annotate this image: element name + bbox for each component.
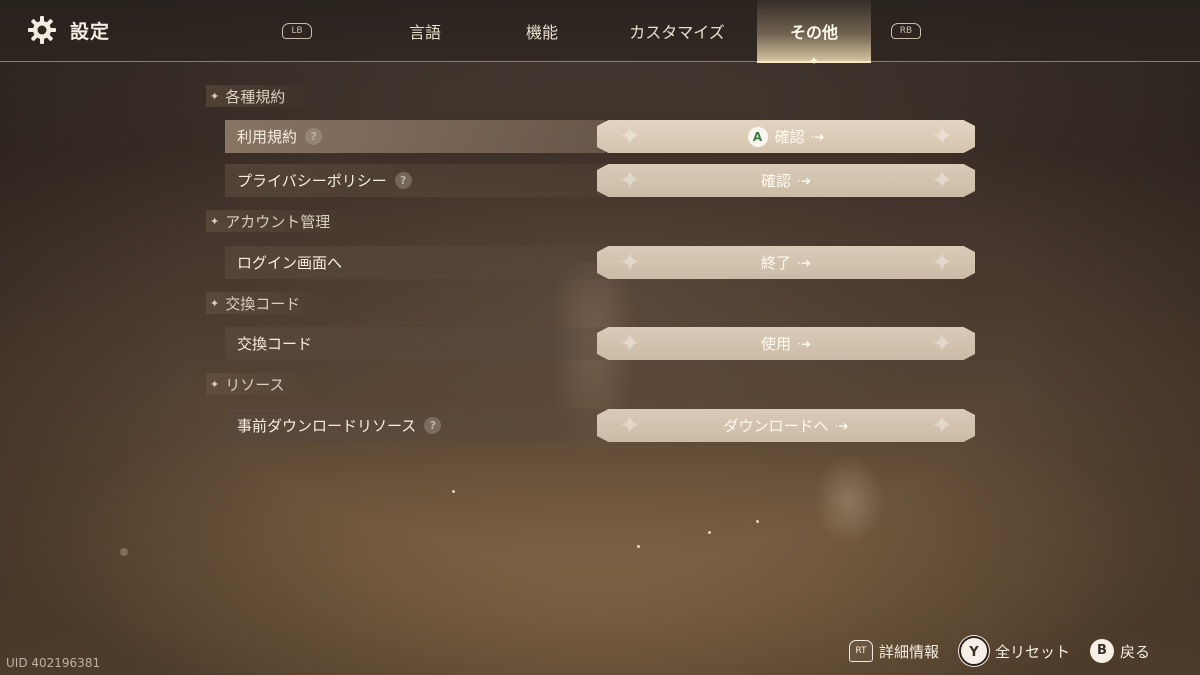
tab-other[interactable]: その他 ✦ [757,0,871,68]
row-label: ログイン画面へ [237,254,343,272]
section-header-redeem-code: ✦ 交換コード [206,292,331,314]
background-creature [814,455,884,545]
ornament-icon: ✦ [931,410,953,441]
ornament-icon: ✦ [619,247,641,278]
tab-customize[interactable]: カスタマイズ [617,0,737,62]
rt-trigger-icon: RT [848,640,873,662]
confirm-button[interactable]: ✦ 確認 ·➔ ✦ [597,164,975,197]
reset-all-button[interactable]: Y 全リセット [958,636,1070,666]
diamond-icon: ✦ [210,89,220,103]
sparkle-star-icon: ✦ [808,54,820,68]
ornament-icon: ✦ [931,247,953,278]
back-button[interactable]: B 戻る [1089,639,1150,663]
ornament-icon: ✦ [619,121,641,152]
confirm-button[interactable]: ✦ A 確認 ·➔ ✦ [597,120,975,153]
arrow-right-icon: ·➔ [834,418,849,433]
row-label: 利用規約 [237,128,298,146]
a-button-icon: A [747,126,768,147]
action-label: 確認 [774,128,805,146]
row-privacy-policy[interactable]: プライバシーポリシー ? ✦ 確認 ·➔ ✦ [225,164,975,197]
rb-bumper-icon[interactable]: RB [891,23,921,39]
download-button[interactable]: ✦ ダウンロードへ ·➔ ✦ [597,409,975,442]
diamond-icon: ✦ [210,214,220,228]
action-label: 終了 [761,254,792,272]
back-label: 戻る [1119,642,1150,661]
help-icon[interactable]: ? [305,128,323,145]
row-label-bar: 交換コード [225,327,605,360]
ornament-icon: ✦ [619,410,641,441]
settings-header: 設定 [26,14,110,46]
row-terms-of-use[interactable]: 利用規約 ? ✦ A 確認 ·➔ ✦ [225,120,975,153]
y-button-icon: Y [958,636,989,666]
reset-all-label: 全リセット [994,642,1070,661]
action-label: ダウンロードへ [723,417,829,435]
row-label-bar: 事前ダウンロードリソース ? [225,409,605,442]
sparkle [120,548,128,556]
ornament-icon: ✦ [619,328,641,359]
row-label-bar: 利用規約 ? [225,120,605,153]
ornament-icon: ✦ [931,165,953,196]
diamond-icon: ✦ [210,377,220,391]
sparkle [708,531,711,534]
row-label: プライバシーポリシー [237,172,387,190]
footer-button-hints: RT 詳細情報 Y 全リセット B 戻る [848,636,1150,666]
section-title: アカウント管理 [225,212,331,231]
row-label-bar: ログイン画面へ [225,246,605,279]
row-label: 事前ダウンロードリソース [237,417,417,435]
action-label: 確認 [761,172,792,190]
ornament-icon: ✦ [931,328,953,359]
section-title: 交換コード [225,294,301,313]
top-navigation-bar: 設定 LB 言語 機能 カスタマイズ その他 ✦ RB [0,0,1200,68]
row-login-screen[interactable]: ログイン画面へ ✦ 終了 ·➔ ✦ [225,246,975,279]
details-button[interactable]: RT 詳細情報 [848,640,939,662]
section-title: リソース [225,375,285,394]
sparkle [756,520,759,523]
section-header-resources: ✦ リソース [206,373,315,395]
arrow-right-icon: ·➔ [797,255,811,270]
arrow-right-icon: ·➔ [797,336,811,351]
arrow-right-icon: ·➔ [810,129,825,144]
row-redeem-code[interactable]: 交換コード ✦ 使用 ·➔ ✦ [225,327,975,360]
uid-label: UID 402196381 [6,656,101,670]
ornament-icon: ✦ [619,165,641,196]
b-button-icon: B [1089,639,1114,663]
tab-other-label: その他 [789,23,838,42]
use-button[interactable]: ✦ 使用 ·➔ ✦ [597,327,975,360]
gear-icon [28,16,56,44]
section-header-account: ✦ アカウント管理 [206,210,361,232]
action-label: 使用 [761,335,792,353]
page-title: 設定 [70,20,111,43]
sparkle [637,545,640,548]
diamond-icon: ✦ [210,296,220,310]
section-title: 各種規約 [225,87,286,106]
tab-language[interactable]: 言語 [385,0,465,62]
tab-function[interactable]: 機能 [502,0,582,62]
lb-bumper-icon[interactable]: LB [282,23,312,39]
row-label: 交換コード [237,335,313,353]
ornament-icon: ✦ [931,121,953,152]
help-icon[interactable]: ? [424,417,442,434]
arrow-right-icon: ·➔ [797,173,811,188]
row-label-bar: プライバシーポリシー ? [225,164,605,197]
exit-button[interactable]: ✦ 終了 ·➔ ✦ [597,246,975,279]
section-header-terms: ✦ 各種規約 [206,85,316,107]
row-predownload-resources[interactable]: 事前ダウンロードリソース ? ✦ ダウンロードへ ·➔ ✦ [225,409,975,442]
sparkle [452,490,455,493]
details-label: 詳細情報 [878,642,939,661]
help-icon[interactable]: ? [394,172,412,189]
